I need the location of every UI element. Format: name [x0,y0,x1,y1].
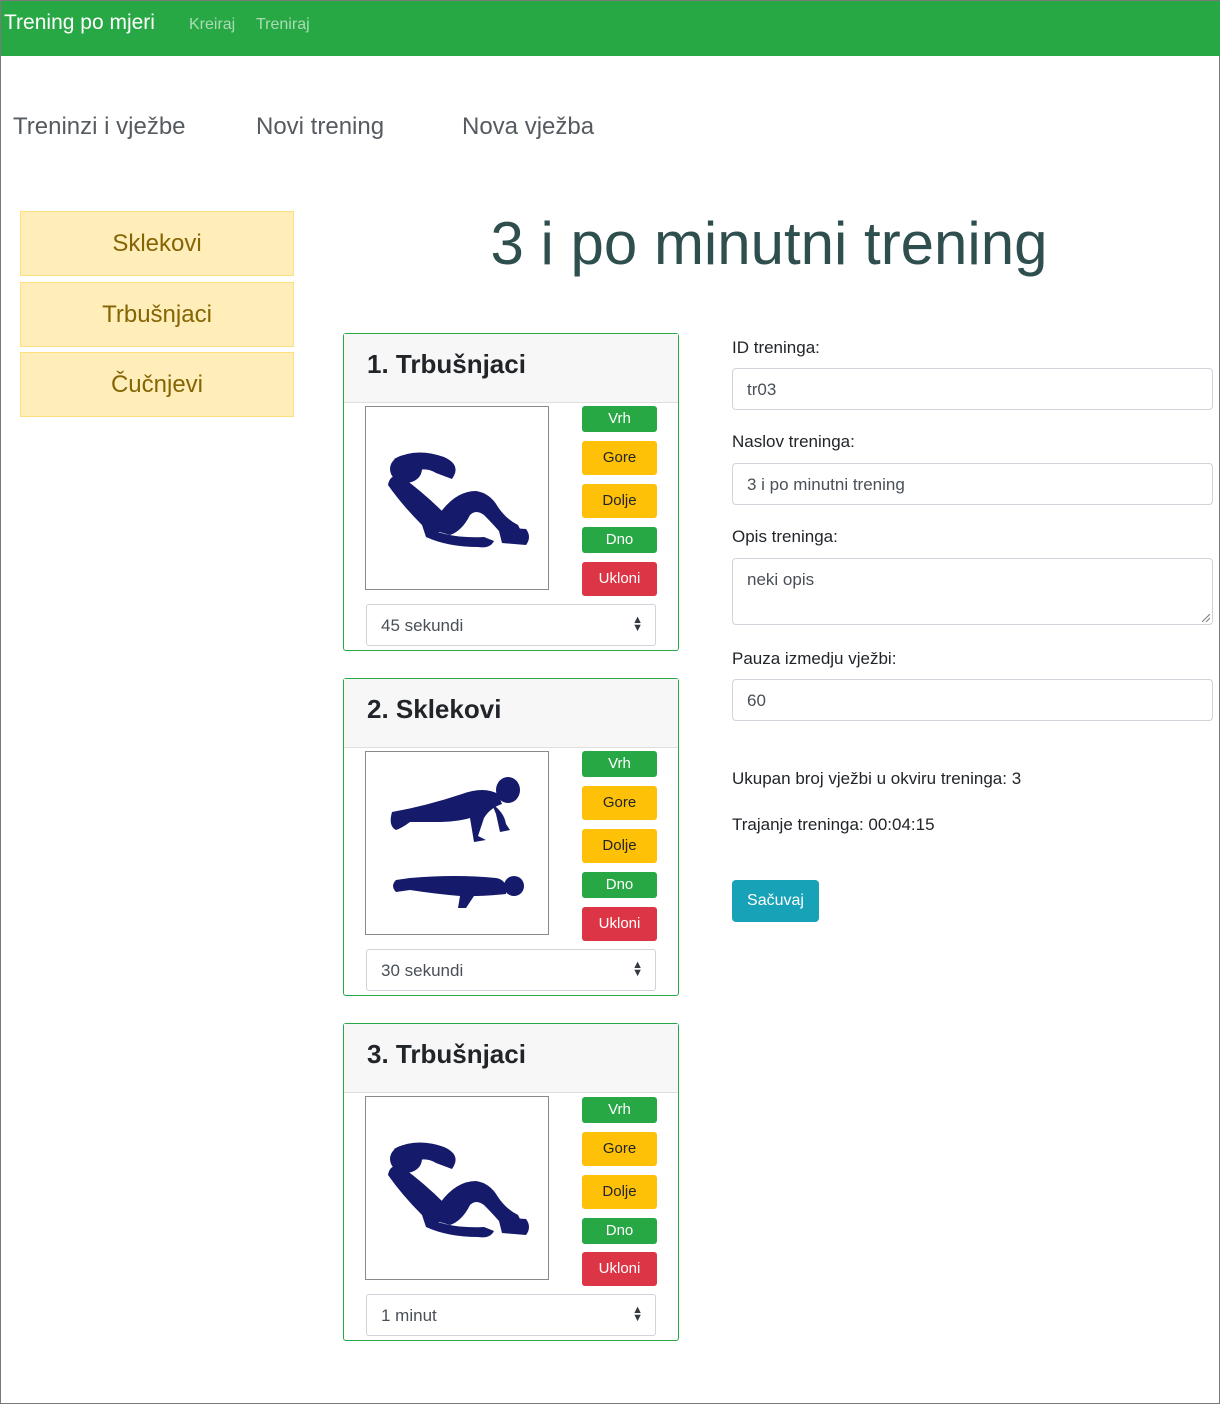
top-navbar: Trening po mjeri Kreiraj Treniraj [1,1,1220,56]
sidebar-item-sklekovi[interactable]: Sklekovi [20,211,294,276]
exercise-card: 2. Sklekovi Vrh Gore Dolje Dno Ukloni 30… [343,678,679,996]
title-value: 3 i po minutni trening [747,475,905,494]
title-field[interactable]: 3 i po minutni trening [732,463,1213,505]
save-button[interactable]: Sačuvaj [732,880,819,922]
description-label: Opis treninga: [732,527,838,546]
training-duration-text: Trajanje treninga: 00:04:15 [732,815,935,834]
exercise-card: 3. Trbušnjaci Vrh Gore Dolje Dno Ukloni … [343,1023,679,1341]
pause-label: Pauza izmedju vježbi: [732,649,897,668]
subnav-nova-vjezba[interactable]: Nova vježba [462,113,594,141]
nav-link-kreiraj[interactable]: Kreiraj [189,16,235,34]
sidebar-item-cucnjevi[interactable]: Čučnjevi [20,352,294,417]
situp-silhouette-icon [365,1096,549,1280]
title-label: Naslov treninga: [732,432,855,451]
description-textarea[interactable]: neki opis [732,558,1213,625]
move-top-button[interactable]: Vrh [582,1097,657,1123]
description-value: neki opis [747,570,815,589]
move-top-button[interactable]: Vrh [582,406,657,432]
select-arrows-icon: ▲ ▼ [632,614,643,634]
navbar-brand[interactable]: Trening po mjeri [4,11,155,35]
remove-button[interactable]: Ukloni [582,1252,657,1286]
id-value: tr03 [747,380,777,399]
card-header: 2. Sklekovi [344,679,678,748]
id-field[interactable]: tr03 [732,368,1213,410]
duration-value: 30 sekundi [381,961,464,980]
sidebar-item-trbusnjaci[interactable]: Trbušnjaci [20,282,294,347]
duration-select[interactable]: 45 sekundi ▲ ▼ [366,604,656,646]
exercise-title: 2. Sklekovi [367,694,502,724]
pause-field[interactable]: 60 [732,679,1213,721]
pushup-silhouette-icon [365,751,549,935]
duration-select[interactable]: 1 minut ▲ ▼ [366,1294,656,1336]
id-label: ID treninga: [732,338,820,357]
remove-button[interactable]: Ukloni [582,907,657,941]
duration-select[interactable]: 30 sekundi ▲ ▼ [366,949,656,991]
exercise-card: 1. Trbušnjaci Vrh Gore Dolje Dno Ukloni … [343,333,679,651]
card-header: 1. Trbušnjaci [344,334,678,403]
exercise-title: 3. Trbušnjaci [367,1039,526,1069]
pause-value: 60 [747,691,766,710]
move-up-button[interactable]: Gore [582,1132,657,1166]
move-bottom-button[interactable]: Dno [582,1218,657,1244]
select-arrows-icon: ▲ ▼ [632,959,643,979]
situp-silhouette-icon [365,406,549,590]
duration-value: 1 minut [381,1306,437,1325]
subnav-treninzi-i-vjezbe[interactable]: Treninzi i vježbe [13,113,186,141]
total-exercises-text: Ukupan broj vježbi u okviru treninga: 3 [732,769,1022,788]
subnav-novi-trening[interactable]: Novi trening [256,113,384,141]
select-arrows-icon: ▲ ▼ [632,1304,643,1324]
exercise-title: 1. Trbušnjaci [367,349,526,379]
move-bottom-button[interactable]: Dno [582,872,657,898]
resize-grip-icon[interactable] [1202,614,1210,622]
remove-button[interactable]: Ukloni [582,562,657,596]
move-up-button[interactable]: Gore [582,441,657,475]
nav-link-treniraj[interactable]: Treniraj [256,16,310,34]
move-down-button[interactable]: Dolje [582,484,657,518]
move-top-button[interactable]: Vrh [582,751,657,777]
page-title: 3 i po minutni trening [490,210,1048,277]
move-up-button[interactable]: Gore [582,786,657,820]
move-down-button[interactable]: Dolje [582,1175,657,1209]
card-header: 3. Trbušnjaci [344,1024,678,1093]
move-down-button[interactable]: Dolje [582,829,657,863]
duration-value: 45 sekundi [381,616,464,635]
move-bottom-button[interactable]: Dno [582,527,657,553]
